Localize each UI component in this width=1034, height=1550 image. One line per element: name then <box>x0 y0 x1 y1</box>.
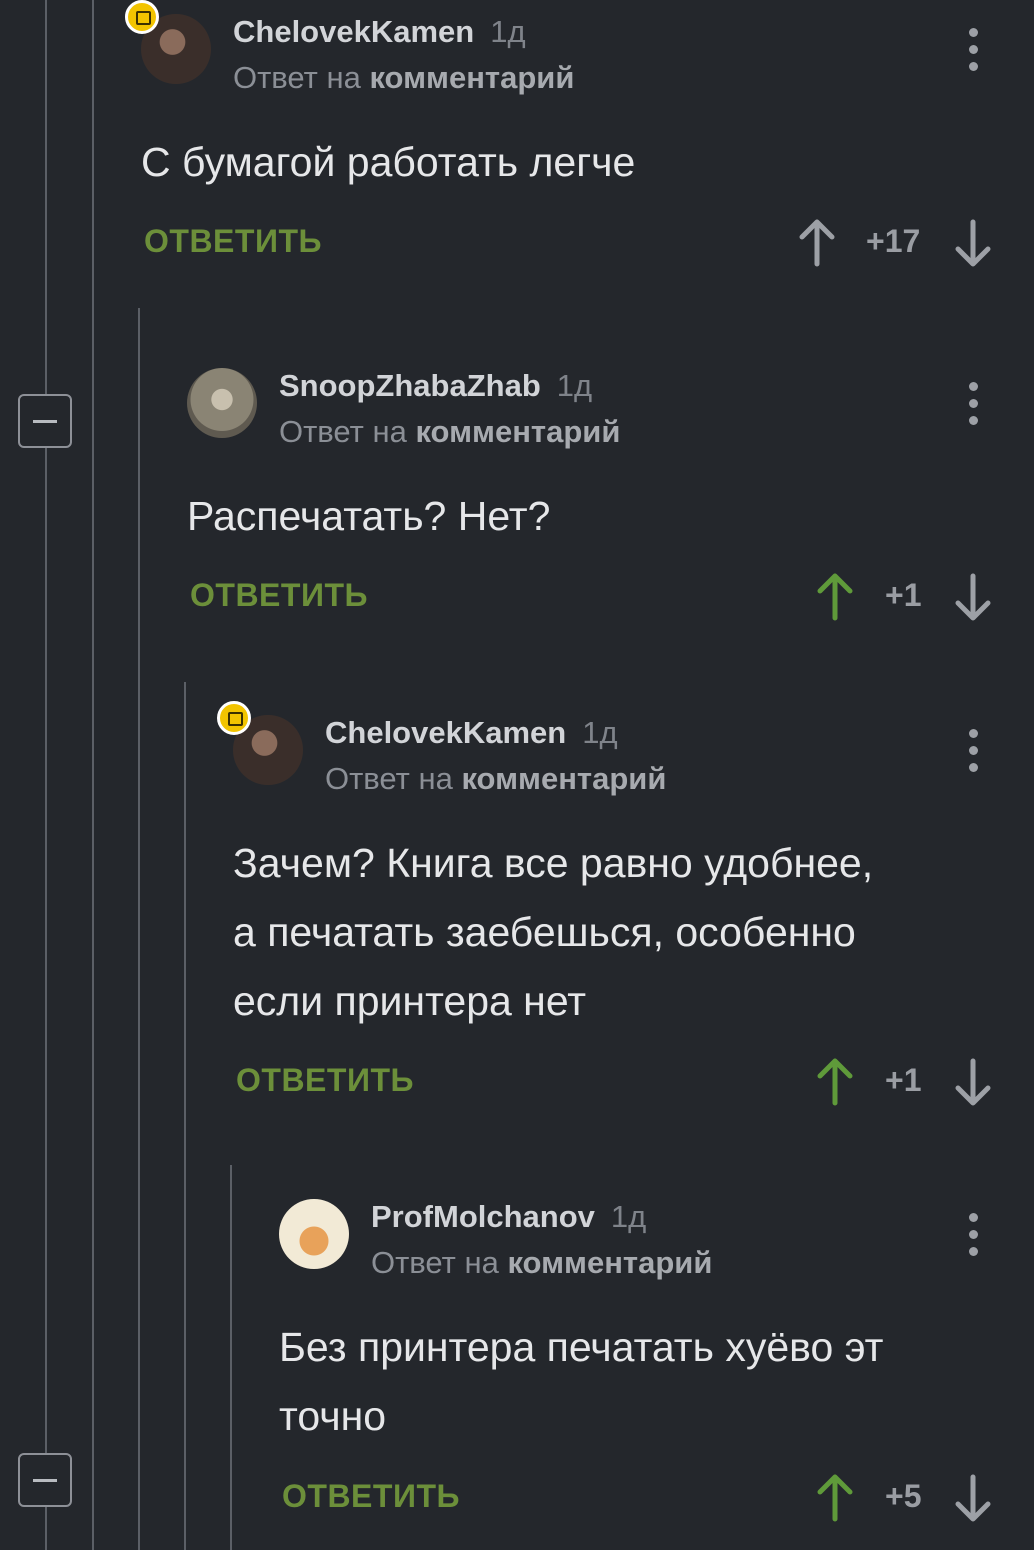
comment-text-line: если принтера нет <box>233 978 587 1024</box>
more-icon[interactable] <box>969 28 979 79</box>
downvote-icon[interactable] <box>953 572 993 622</box>
more-icon[interactable] <box>969 729 979 780</box>
more-icon[interactable] <box>969 382 979 433</box>
reply-to-line: Ответ на комментарий <box>371 1245 712 1281</box>
author-badge-icon <box>217 701 251 735</box>
reply-button[interactable]: ОТВЕТИТЬ <box>190 577 368 614</box>
collapse-thread-button[interactable] <box>18 394 72 448</box>
username-text[interactable]: ChelovekKamen <box>233 14 474 49</box>
rating: +1 <box>885 1062 922 1098</box>
downvote-icon[interactable] <box>953 1473 993 1523</box>
comment: ChelovekKamen 1д Ответ на комментарий Зач… <box>217 701 1034 1115</box>
upvote-icon[interactable] <box>797 218 837 268</box>
reply-to-line: Ответ на комментарий <box>279 414 620 450</box>
username[interactable]: ChelovekKamen 1д <box>233 14 526 50</box>
more-icon[interactable] <box>969 1213 979 1264</box>
username-text[interactable]: ChelovekKamen <box>325 715 566 750</box>
downvote-icon[interactable] <box>953 218 993 268</box>
reply-to-line: Ответ на комментарий <box>233 60 574 96</box>
comment-text-line: точно <box>279 1393 387 1439</box>
thread-line-level-1 <box>92 0 94 1550</box>
username[interactable]: ChelovekKamen 1д <box>325 715 618 751</box>
thread-line-level-4 <box>230 1165 232 1550</box>
rating: +17 <box>866 223 921 259</box>
comment-time: 1д <box>490 14 526 49</box>
thread-line-level-2 <box>138 308 140 1550</box>
reply-prefix: Ответ на <box>279 414 407 449</box>
reply-prefix: Ответ на <box>233 60 361 95</box>
comment-text: Без принтера печатать хуёво эт точно <box>279 1313 1019 1451</box>
comment-text-line: Зачем? Книга все равно удобнее, <box>233 840 874 886</box>
username-text[interactable]: ProfMolchanov <box>371 1199 595 1234</box>
rating: +1 <box>885 577 922 613</box>
comment-text: С бумагой работать легче <box>141 139 636 185</box>
rating: +5 <box>885 1478 922 1514</box>
reply-button[interactable]: ОТВЕТИТЬ <box>144 223 322 260</box>
thread-line-level-0 <box>45 0 47 1550</box>
reply-target-link[interactable]: комментарий <box>461 761 666 796</box>
reply-prefix: Ответ на <box>371 1245 499 1280</box>
comment-text: Распечатать? Нет? <box>187 493 551 539</box>
comment: ChelovekKamen 1д Ответ на комментарий С б… <box>125 0 1034 284</box>
comment: ProfMolchanov 1д Ответ на комментарий Без… <box>279 1199 1034 1539</box>
reply-target-link[interactable]: комментарий <box>415 414 620 449</box>
comment-time: 1д <box>610 1199 647 1234</box>
comment-text-line: а печатать заебешься, особенно <box>233 909 856 955</box>
avatar[interactable] <box>187 368 257 438</box>
upvote-icon[interactable] <box>815 572 855 622</box>
username[interactable]: ProfMolchanov 1д <box>371 1199 646 1235</box>
upvote-icon[interactable] <box>815 1057 855 1107</box>
reply-target-link[interactable]: комментарий <box>507 1245 712 1280</box>
upvote-icon[interactable] <box>815 1473 855 1523</box>
avatar[interactable] <box>279 1199 349 1269</box>
reply-target-link[interactable]: комментарий <box>369 60 574 95</box>
comment-time: 1д <box>582 715 618 750</box>
reply-to-line: Ответ на комментарий <box>325 761 666 797</box>
reply-prefix: Ответ на <box>325 761 453 796</box>
reply-button[interactable]: ОТВЕТИТЬ <box>282 1478 460 1515</box>
collapse-thread-button[interactable] <box>18 1453 72 1507</box>
downvote-icon[interactable] <box>953 1057 993 1107</box>
comment-text: Зачем? Книга все равно удобнее, а печата… <box>233 829 1023 1036</box>
comment: SnoopZhabaZhab 1д Ответ на комментарий Ра… <box>187 368 1034 638</box>
username-text[interactable]: SnoopZhabaZhab <box>279 368 541 403</box>
thread-line-level-3 <box>184 682 186 1550</box>
comment-time: 1д <box>556 368 593 403</box>
reply-button[interactable]: ОТВЕТИТЬ <box>236 1062 414 1099</box>
username[interactable]: SnoopZhabaZhab 1д <box>279 368 592 404</box>
comment-text-line: Без принтера печатать хуёво эт <box>279 1324 884 1370</box>
author-badge-icon <box>125 0 159 34</box>
